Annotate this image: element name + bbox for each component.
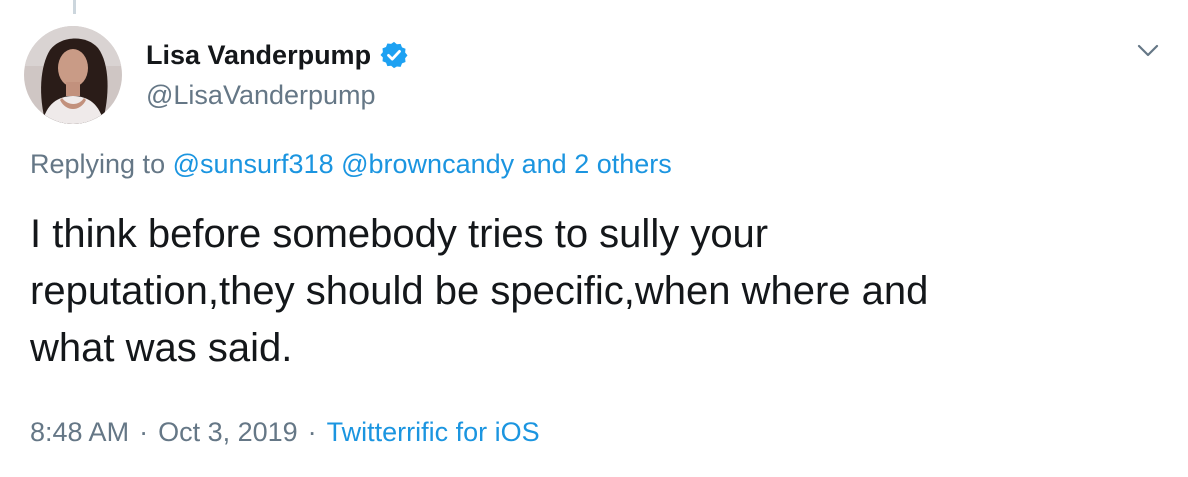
mention-link[interactable]: @sunsurf318 <box>173 149 334 179</box>
tweet-text: I think before somebody tries to sully y… <box>30 206 1150 377</box>
thread-connector-line <box>73 0 76 14</box>
tweet-menu-button[interactable] <box>1128 36 1168 66</box>
separator-dot: · <box>139 417 149 447</box>
author-handle[interactable]: @LisaVanderpump <box>146 78 376 112</box>
tweet-text-line: I think before somebody tries to sully y… <box>30 212 769 256</box>
tweet-date[interactable]: Oct 3, 2019 <box>158 417 298 447</box>
replying-to-label: Replying to <box>30 149 166 179</box>
author-name-row: Lisa Vanderpump <box>146 38 409 72</box>
tweet-text-line: what was said. <box>30 326 293 370</box>
chevron-down-icon <box>1137 44 1159 57</box>
verified-badge-icon <box>379 40 409 70</box>
author-display-name[interactable]: Lisa Vanderpump <box>146 38 371 72</box>
others-link[interactable]: and 2 others <box>522 149 672 179</box>
tweet-metadata: 8:48 AM · Oct 3, 2019 · Twitterrific for iOS <box>30 414 540 450</box>
separator-dot: · <box>307 417 317 447</box>
tweet-text-line: reputation,they should be specific,when … <box>30 269 929 313</box>
tweet-source-link[interactable]: Twitterrific for iOS <box>327 417 540 447</box>
replying-to-line: Replying to @sunsurf318 @browncandy and … <box>30 146 672 182</box>
tweet-time[interactable]: 8:48 AM <box>30 417 129 447</box>
profile-photo-icon <box>24 26 122 124</box>
avatar[interactable] <box>24 26 122 124</box>
mention-link[interactable]: @browncandy <box>341 149 514 179</box>
